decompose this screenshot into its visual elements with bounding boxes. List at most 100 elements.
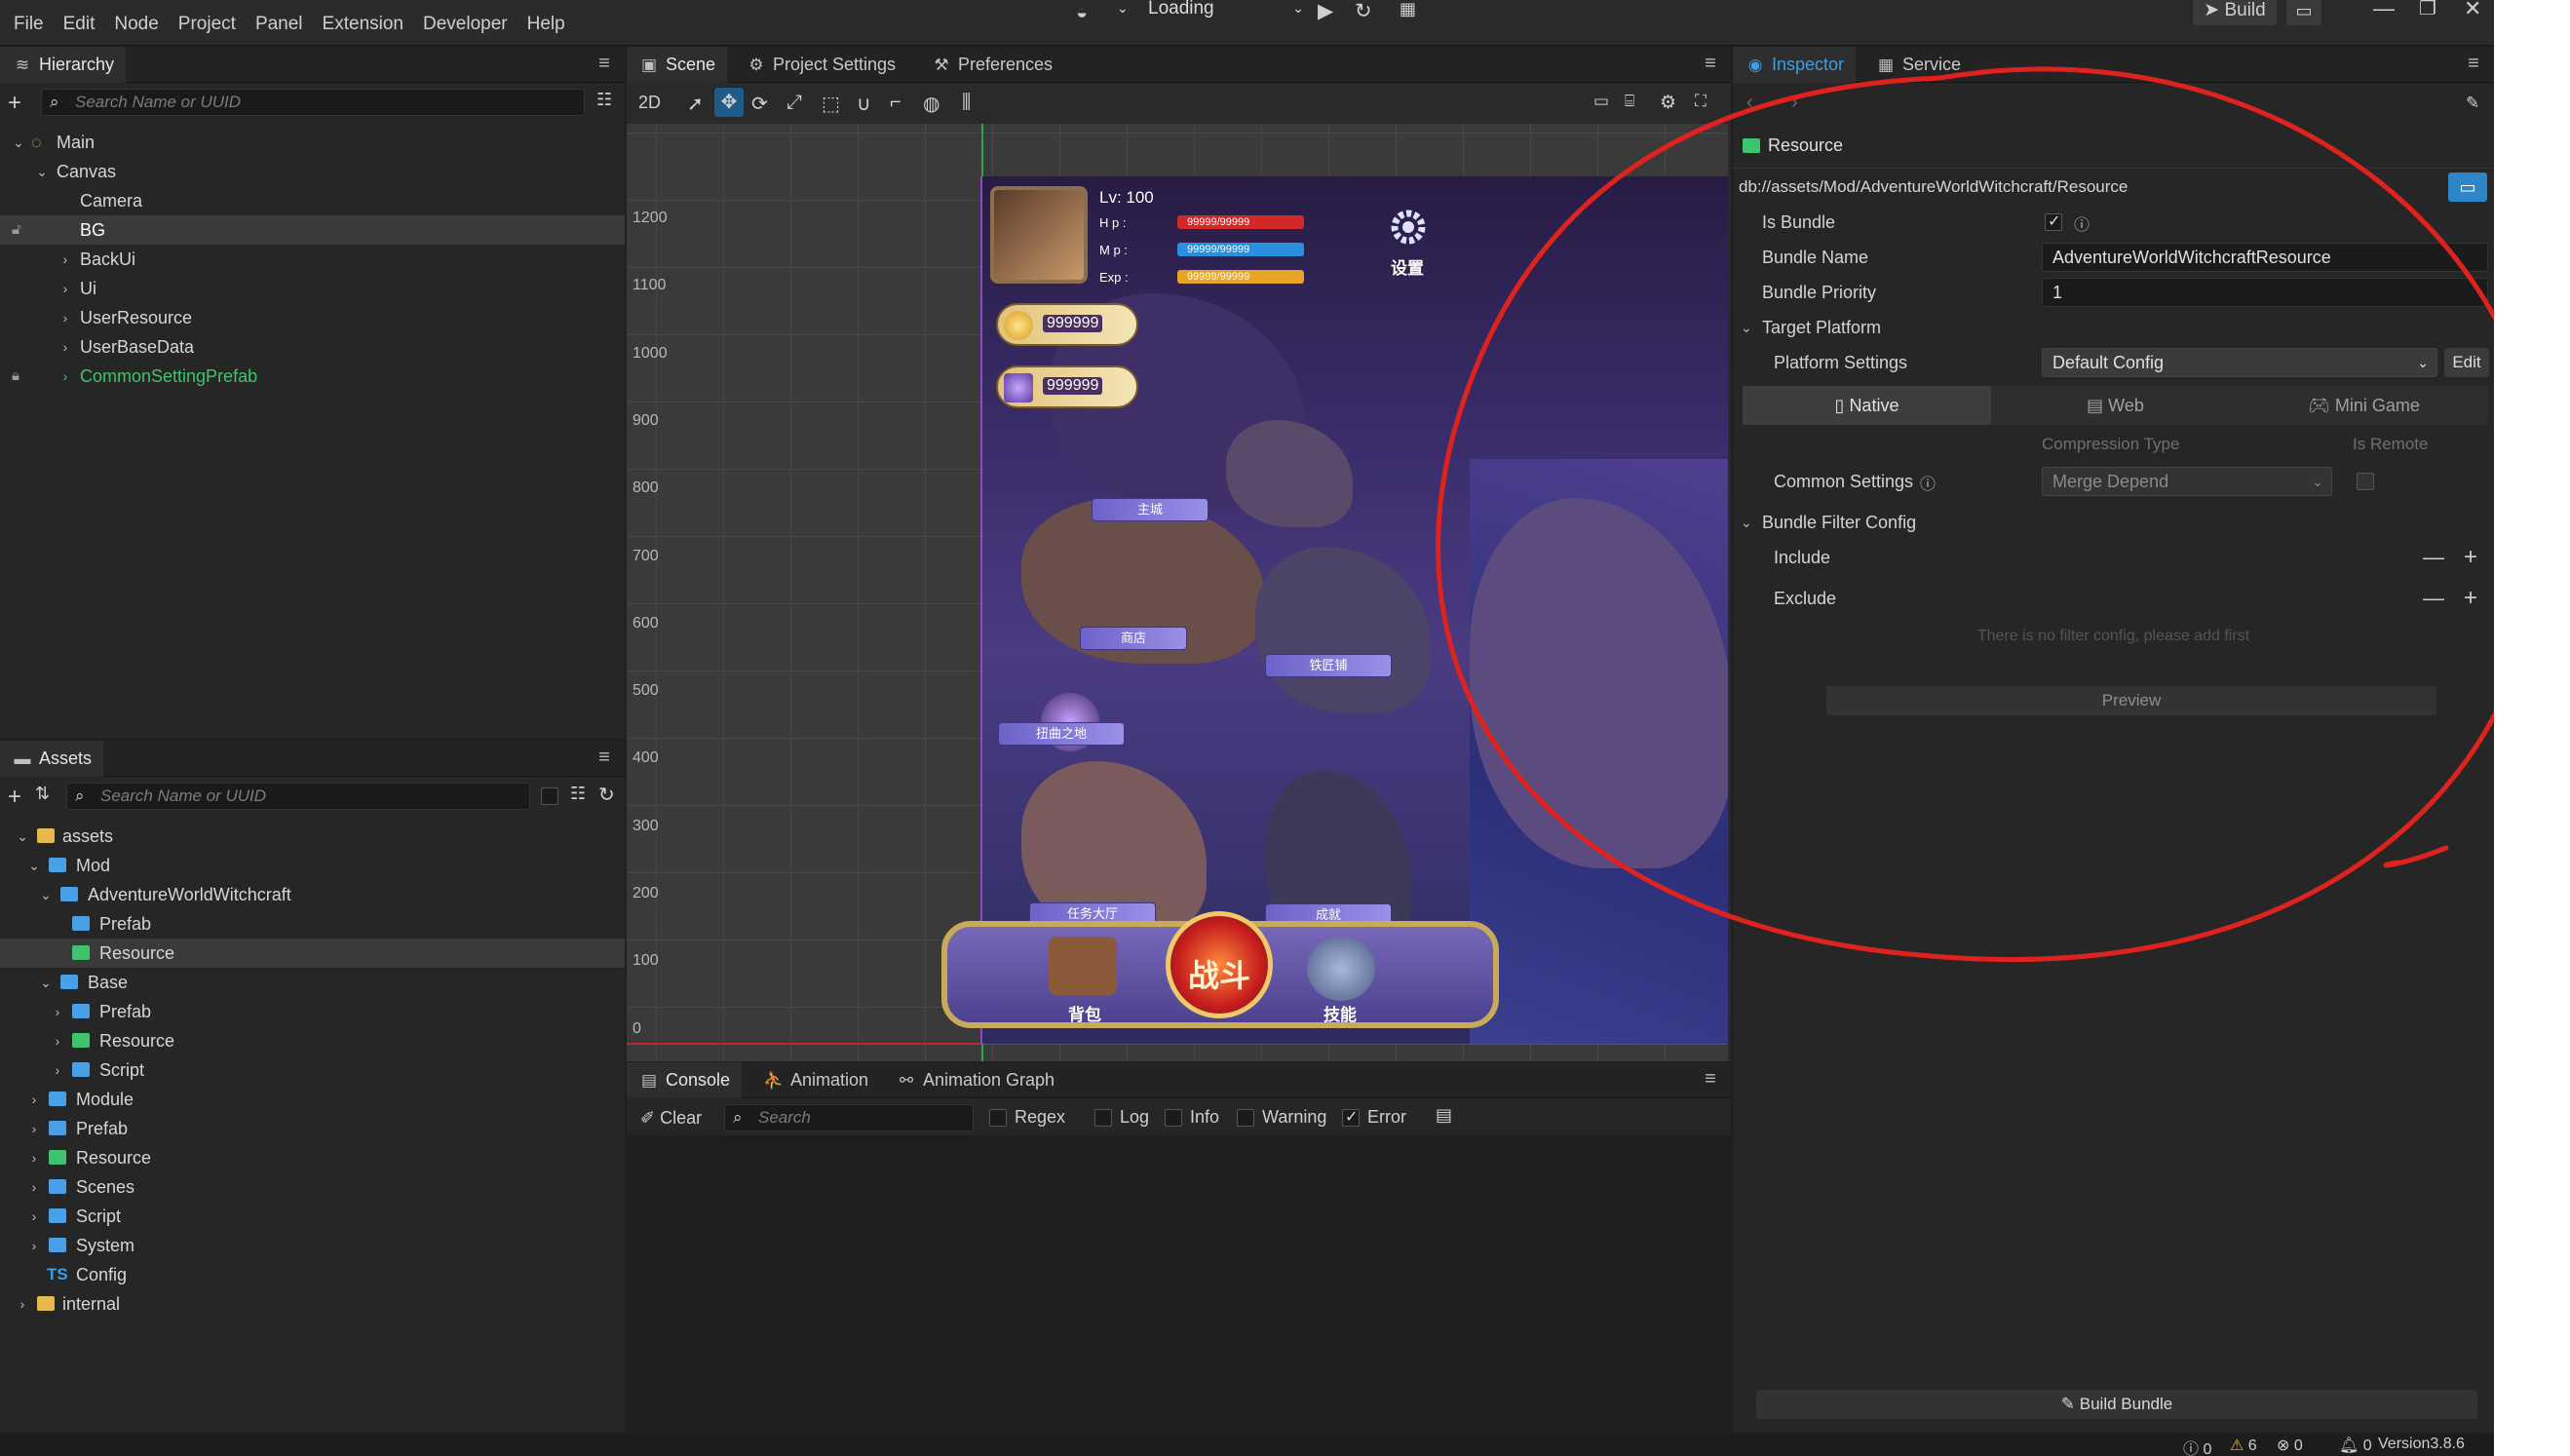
- hierarchy-search-input[interactable]: ⌕ Search Name or UUID: [41, 89, 585, 116]
- remove-icon[interactable]: —: [2423, 540, 2444, 575]
- tab-animation-graph[interactable]: ⚯ Animation Graph: [884, 1062, 1066, 1098]
- tree-node-bg[interactable]: 🔓︎ BG: [0, 215, 625, 245]
- asset-node-mod[interactable]: ⌄ Mod: [0, 851, 625, 880]
- back-arrow-icon[interactable]: ‹: [1746, 92, 1753, 114]
- asset-node-script[interactable]: › Script: [0, 1202, 625, 1231]
- sign-main-city[interactable]: 主城: [1092, 498, 1208, 521]
- warning-count[interactable]: ⚠ 6: [2230, 1436, 2257, 1455]
- asset-node-assets[interactable]: ⌄ assets: [0, 822, 625, 851]
- lock-icon[interactable]: 🔒︎: [12, 362, 19, 391]
- info-count[interactable]: ⓘ 0: [2183, 1436, 2211, 1456]
- tree-node-userbasedata[interactable]: › UserBaseData: [0, 332, 625, 362]
- unlock-icon[interactable]: 🔓︎: [12, 215, 21, 245]
- bundle-name-input[interactable]: AdventureWorldWitchcraftResource: [2042, 243, 2488, 272]
- tab-preferences[interactable]: ⚒ Preferences: [919, 47, 1064, 83]
- chevron-right-icon[interactable]: ›: [57, 362, 74, 391]
- clear-button[interactable]: ✐ Clear: [640, 1108, 702, 1129]
- tab-inspector[interactable]: ◉ Inspector: [1733, 47, 1857, 83]
- chevron-down-icon[interactable]: ⌄: [33, 157, 51, 186]
- chevron-right-icon[interactable]: ›: [57, 332, 74, 362]
- play-icon[interactable]: ▶: [1318, 0, 1333, 23]
- anchor-tool-icon[interactable]: ⌐: [890, 92, 901, 114]
- tab-project-settings[interactable]: ⚙ Project Settings: [734, 47, 907, 83]
- error-count[interactable]: ⊗ 0: [2277, 1436, 2303, 1455]
- chevron-down-icon[interactable]: ⌄: [10, 128, 27, 157]
- tab-assets[interactable]: ▬ Assets: [0, 741, 104, 777]
- scene-select[interactable]: ⌄ Loading ⌄: [1117, 0, 1304, 25]
- menu-icon[interactable]: ≡: [1700, 53, 1721, 76]
- notification-count[interactable]: 🔔︎ 0: [2339, 1436, 2372, 1455]
- qrcode-icon[interactable]: ▦: [1400, 0, 1416, 19]
- close-icon[interactable]: ✕: [2464, 0, 2481, 21]
- layout-icon[interactable]: ▭: [1593, 92, 1609, 111]
- rect-tool-icon[interactable]: ⬚: [822, 92, 840, 116]
- asset-node-adventureworldwitchcraft[interactable]: ⌄ AdventureWorldWitchcraft: [0, 880, 625, 909]
- chevron-right-icon[interactable]: ›: [49, 997, 66, 1026]
- edit-button[interactable]: Edit: [2444, 348, 2489, 377]
- tab-mini-game[interactable]: 🎮︎ Mini Game: [2240, 386, 2488, 425]
- menu-edit[interactable]: Edit: [54, 14, 105, 35]
- asset-node-resource-root[interactable]: › Resource: [0, 1143, 625, 1172]
- asset-node-system[interactable]: › System: [0, 1231, 625, 1260]
- chevron-right-icon[interactable]: ›: [14, 1289, 31, 1319]
- help-icon[interactable]: ⓘ: [1920, 471, 1936, 494]
- menu-node[interactable]: Node: [104, 14, 168, 35]
- expand-icon[interactable]: ⛶: [1695, 92, 1707, 111]
- scene-viewport[interactable]: 1200 1100 1000 900 800 700 600 500 400 300 200 100 0…: [627, 124, 1728, 1061]
- settings-button[interactable]: 设置: [1377, 206, 1445, 278]
- sign-shop[interactable]: 商店: [1080, 627, 1187, 650]
- build-bundle-button[interactable]: ✎ Build Bundle: [1756, 1390, 2477, 1419]
- remove-icon[interactable]: —: [2423, 581, 2444, 616]
- open-folder-button[interactable]: ▭: [2286, 0, 2321, 25]
- add-icon[interactable]: +: [2464, 540, 2477, 575]
- chevron-right-icon[interactable]: ›: [25, 1172, 43, 1202]
- asset-node-config[interactable]: TS Config: [0, 1260, 625, 1289]
- tree-node-ui[interactable]: › Ui: [0, 274, 625, 303]
- menu-help[interactable]: Help: [518, 14, 575, 35]
- console-search-input[interactable]: ⌕ Search: [724, 1104, 974, 1131]
- chevron-down-icon[interactable]: ⌄: [25, 851, 43, 880]
- is-bundle-checkbox[interactable]: [2045, 211, 2062, 231]
- mode-2d-toggle[interactable]: 2D: [638, 93, 661, 113]
- asset-node-internal[interactable]: › internal: [0, 1289, 625, 1319]
- warning-checkbox[interactable]: [1237, 1109, 1254, 1127]
- chevron-right-icon[interactable]: ›: [49, 1055, 66, 1085]
- menu-icon[interactable]: ≡: [594, 747, 615, 770]
- tree-node-main[interactable]: ⌄ ◌ Main: [0, 128, 625, 157]
- refresh-icon[interactable]: ↻: [598, 783, 615, 807]
- asset-node-module[interactable]: › Module: [0, 1085, 625, 1114]
- chevron-right-icon[interactable]: ›: [57, 245, 74, 274]
- menu-developer[interactable]: Developer: [413, 14, 518, 35]
- chevron-right-icon[interactable]: ›: [57, 274, 74, 303]
- gizmo-icon[interactable]: ◍: [923, 92, 940, 116]
- menu-file[interactable]: File: [4, 14, 54, 35]
- align-icon[interactable]: ⫼: [962, 92, 971, 114]
- tree-node-canvas[interactable]: ⌄ Canvas: [0, 157, 625, 186]
- tree-node-userresource[interactable]: › UserResource: [0, 303, 625, 332]
- platform-settings-select[interactable]: Default Config ⌄: [2042, 348, 2437, 377]
- fight-button[interactable]: 战斗: [1166, 911, 1273, 1018]
- filter-checkbox[interactable]: [541, 787, 558, 805]
- preview-button[interactable]: Preview: [1826, 686, 2436, 715]
- info-checkbox[interactable]: [1165, 1109, 1182, 1127]
- avatar[interactable]: [990, 186, 1088, 284]
- tree-node-commonsettingprefab[interactable]: 🔒︎ › CommonSettingPrefab: [0, 362, 625, 391]
- camera-icon[interactable]: ⌸: [1625, 92, 1634, 111]
- menu-icon[interactable]: ≡: [2463, 53, 2484, 76]
- add-icon[interactable]: +: [8, 784, 21, 811]
- chevron-right-icon[interactable]: ›: [57, 303, 74, 332]
- menu-panel[interactable]: Panel: [246, 14, 313, 35]
- asset-node-base-script[interactable]: › Script: [0, 1055, 625, 1085]
- compression-type-select[interactable]: Merge Depend ⌄: [2042, 467, 2332, 496]
- asset-node-base[interactable]: ⌄ Base: [0, 968, 625, 997]
- chevron-down-icon[interactable]: ⌄: [37, 880, 55, 909]
- assets-search-input[interactable]: ⌕ Search Name or UUID: [66, 783, 530, 810]
- tree-node-backui[interactable]: › BackUi: [0, 245, 625, 274]
- tab-service[interactable]: ▦ Service: [1863, 47, 1973, 83]
- sign-blacksmith[interactable]: 铁匠铺: [1265, 654, 1392, 677]
- log-file-icon[interactable]: ▤: [1436, 1105, 1452, 1126]
- chevron-right-icon[interactable]: ›: [25, 1143, 43, 1172]
- add-icon[interactable]: +: [2464, 581, 2477, 616]
- tab-web[interactable]: ▤ Web: [1991, 386, 2240, 425]
- tab-native[interactable]: ▯ Native: [1743, 386, 1991, 425]
